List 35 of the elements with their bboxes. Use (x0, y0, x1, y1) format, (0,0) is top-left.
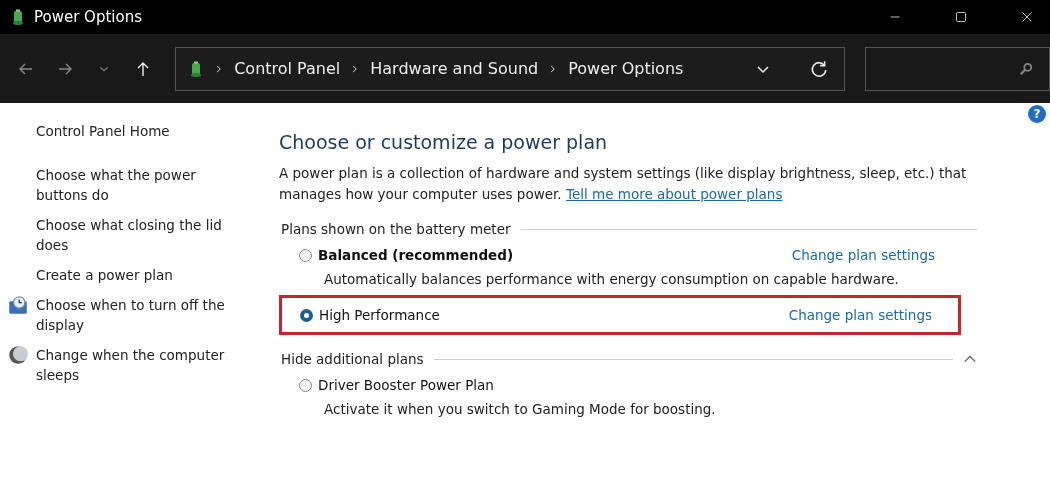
radio-button[interactable] (299, 378, 312, 392)
search-field[interactable] (864, 46, 1050, 91)
address-bar[interactable]: Control Panel Hardware and Sound Power Options (175, 46, 845, 91)
group-heading: Hide additional plans (281, 351, 424, 367)
plan-description: Activate it when you switch to Gaming Mode for boosting. (324, 401, 717, 417)
sidebar-link[interactable]: Control Panel Home (36, 121, 236, 141)
plan-name: High Performance (319, 307, 441, 323)
breadcrumb[interactable]: Hardware and Sound (370, 59, 539, 78)
breadcrumb[interactable]: Control Panel (234, 59, 341, 78)
group-heading: Plans shown on the battery meter (281, 221, 511, 237)
sidebar-link[interactable]: Change when the computer sleeps (36, 345, 236, 385)
page-heading: Choose or customize a power plan (279, 131, 609, 153)
close-icon (1021, 11, 1033, 23)
sidebar-link[interactable]: Choose what the power buttons do (36, 165, 236, 205)
radio-button[interactable] (300, 308, 313, 322)
refresh-icon (809, 59, 828, 78)
maximize-icon (955, 11, 967, 23)
sidebar-link[interactable]: Create a power plan (36, 265, 236, 285)
plan-name: Driver Booster Power Plan (318, 377, 495, 393)
battery-icon (10, 7, 26, 27)
change-plan-settings-link[interactable]: Change plan settings (788, 307, 932, 323)
sidebar-link[interactable]: Choose when to turn off the display (36, 295, 236, 335)
search-icon (1019, 61, 1033, 76)
clock-monitor-icon (8, 295, 28, 315)
sidebar-link[interactable]: Choose what closing the lid does (36, 215, 236, 255)
radio-button[interactable] (299, 248, 312, 262)
change-plan-settings-link[interactable]: Change plan settings (791, 247, 935, 263)
window-title: Power Options (34, 8, 143, 26)
moon-icon (8, 345, 28, 365)
help-link[interactable]: Tell me more about power plans (565, 186, 783, 202)
plan-description: Automatically balances performance with energy consumption on capable hardware. (324, 271, 900, 287)
intro-paragraph: A power plan is a collection of hardware and system settings (like display brightness, sleep, etc.) that manages how your computer uses power. Tell me more about power plans (279, 164, 968, 204)
breadcrumb[interactable]: Power Options (568, 59, 684, 78)
help-button[interactable]: ? (1028, 105, 1046, 123)
plan-name: Balanced (recommended) (318, 247, 515, 263)
